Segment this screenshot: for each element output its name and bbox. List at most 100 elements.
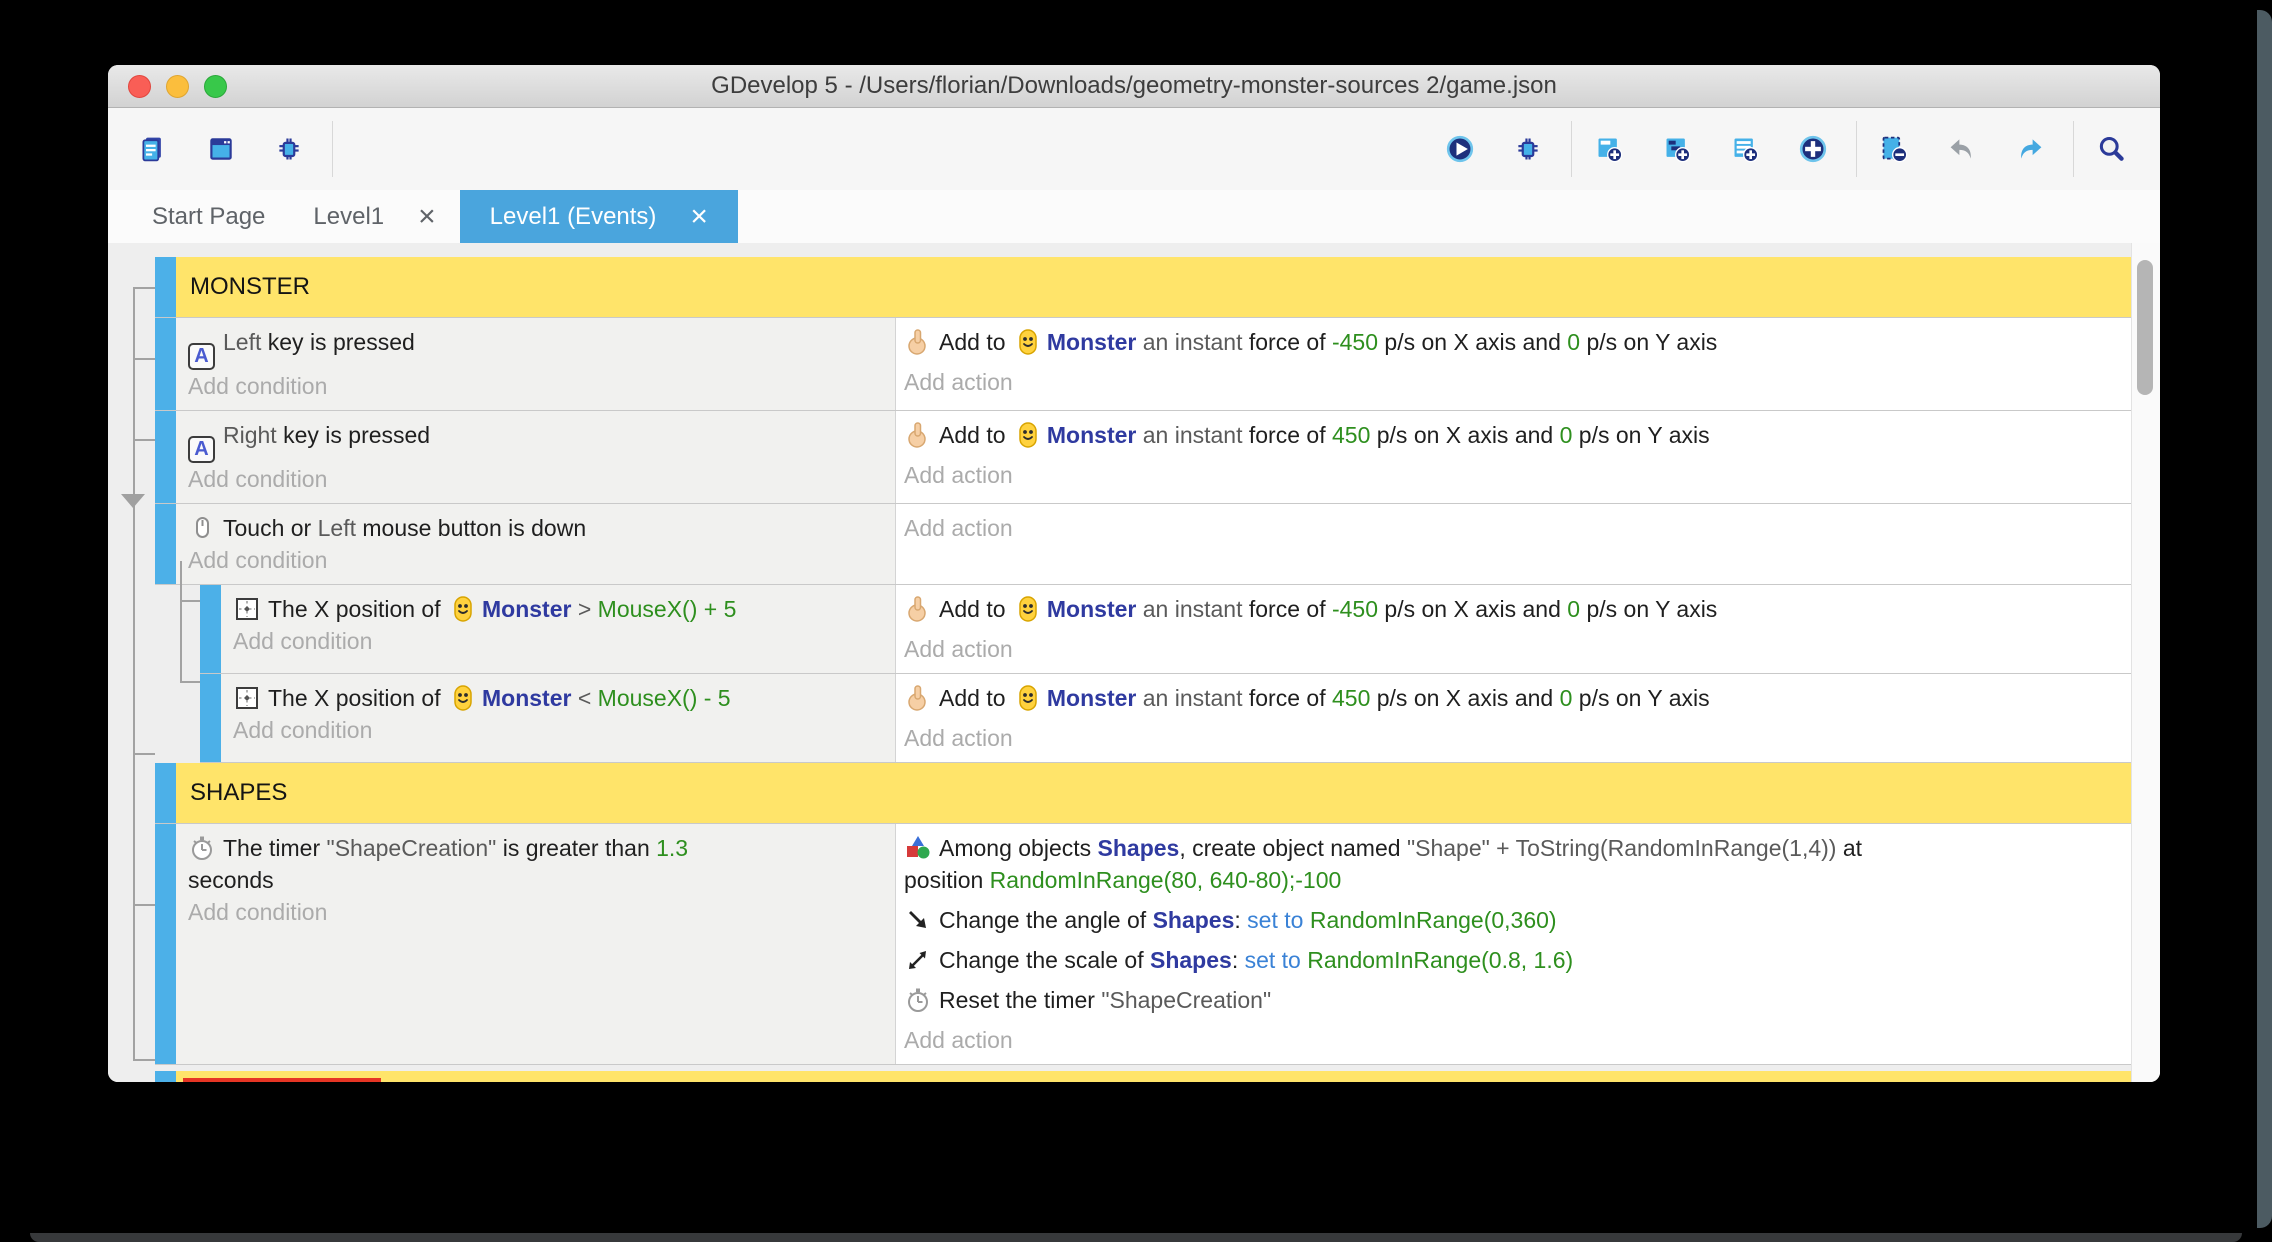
event-row[interactable]: ALeft key is pressedAdd condition Add to … (155, 318, 2132, 411)
close-tab-icon[interactable]: × (690, 202, 708, 232)
condition-line[interactable]: The X position of Monster > MouseX() + 5 (233, 593, 885, 625)
action-line[interactable]: Add to Monster an instant force of 450 p… (904, 419, 2122, 451)
actions-cell: Add to Monster an instant force of 450 p… (895, 674, 2132, 762)
create-object-icon (904, 834, 932, 862)
search-button[interactable] (2086, 121, 2142, 177)
project-manager-button[interactable] (128, 121, 184, 177)
keyboard-key-a-icon: A (188, 425, 223, 463)
condition-line[interactable]: ALeft key is pressed (188, 326, 885, 370)
condition-line[interactable]: The timer "ShapeCreation" is greater tha… (188, 832, 885, 896)
project-manager-icon (139, 135, 167, 163)
event-color-bar (155, 318, 176, 410)
add-action-button[interactable]: Add action (904, 366, 2122, 398)
group-title[interactable]: MONSTER (190, 273, 310, 301)
event-color-bar (155, 504, 176, 584)
tab-start-page[interactable]: Start Page (128, 190, 289, 243)
delete-event-icon (1880, 135, 1908, 163)
undo-button[interactable] (1937, 121, 1993, 177)
group-row[interactable]: Move shapes (155, 1071, 2132, 1082)
close-tab-icon[interactable]: × (418, 202, 436, 232)
action-line[interactable]: Change the scale of Shapes: set to Rando… (904, 944, 2122, 976)
condition-line[interactable]: Touch or Left mouse button is down (188, 512, 885, 544)
undo-icon (1948, 135, 1976, 163)
mouse-icon (188, 514, 216, 542)
condition-line[interactable]: The X position of Monster < MouseX() - 5 (233, 682, 885, 714)
group-row[interactable]: SHAPES (155, 763, 2132, 824)
toolbar-right-group (1435, 121, 1559, 177)
add-event-button[interactable] (1584, 121, 1640, 177)
minimize-window-button[interactable] (166, 75, 189, 98)
toolbar (108, 108, 2160, 190)
event-color-bar (200, 585, 221, 673)
app-window: GDevelop 5 - /Users/florian/Downloads/ge… (108, 65, 2160, 1082)
actions-cell: Among objects Shapes, create object name… (895, 824, 2132, 1064)
add-new-button[interactable] (1788, 121, 1844, 177)
subevent-row[interactable]: The X position of Monster < MouseX() - 5… (200, 674, 2132, 763)
group-header[interactable]: Move shapes (176, 1071, 2132, 1082)
event-color-bar (200, 674, 221, 762)
action-line[interactable]: Change the angle of Shapes: set to Rando… (904, 904, 2122, 936)
group-title[interactable]: SHAPES (190, 779, 287, 807)
action-line[interactable]: Add to Monster an instant force of -450 … (904, 593, 2122, 625)
debugger-button[interactable] (264, 121, 320, 177)
add-action-button[interactable]: Add action (904, 633, 2122, 665)
group-row[interactable]: MONSTER (155, 257, 2132, 318)
tree-line (133, 287, 155, 289)
toolbar-right-group (1869, 121, 2061, 177)
events-sheet: MONSTERALeft key is pressedAdd condition… (108, 243, 2160, 1082)
event-row[interactable]: The timer "ShapeCreation" is greater tha… (155, 824, 2132, 1065)
action-line[interactable]: Among objects Shapes, create object name… (904, 832, 2122, 896)
zoom-window-button[interactable] (204, 75, 227, 98)
add-action-button[interactable]: Add action (904, 459, 2122, 491)
conditions-cell: ARight key is pressedAdd condition (176, 411, 895, 503)
add-new-icon (1799, 135, 1827, 163)
actions-cell: Add to Monster an instant force of 450 p… (895, 411, 2132, 503)
action-line[interactable]: Add to Monster an instant force of 450 p… (904, 682, 2122, 714)
event-row[interactable]: ARight key is pressedAdd condition Add to… (155, 411, 2132, 504)
add-condition-button[interactable]: Add condition (188, 896, 885, 928)
screen-edge-bottom (30, 1233, 2242, 1242)
timer-icon (188, 834, 216, 862)
scrollbar-thumb[interactable] (2137, 260, 2153, 395)
monster-object-icon (449, 684, 477, 712)
add-action-button[interactable]: Add action (904, 512, 2122, 544)
event-color-bar (155, 257, 176, 317)
subevent-row[interactable]: The X position of Monster > MouseX() + 5… (200, 585, 2132, 674)
add-action-button[interactable]: Add action (904, 722, 2122, 754)
redo-button[interactable] (2005, 121, 2061, 177)
add-action-button[interactable]: Add action (904, 1024, 2122, 1056)
group-header[interactable]: MONSTER (176, 257, 2132, 317)
events-rows: MONSTERALeft key is pressedAdd condition… (108, 257, 2132, 1082)
monster-object-icon (1014, 595, 1042, 623)
position-icon (233, 684, 261, 712)
tree-line (133, 439, 155, 441)
event-row[interactable]: Touch or Left mouse button is downAdd co… (155, 504, 2132, 585)
toolbar-separator (1571, 121, 1572, 177)
monster-object-icon (1014, 328, 1042, 356)
group-title[interactable]: Move shapes (183, 1078, 381, 1082)
debug-button[interactable] (1503, 121, 1559, 177)
add-condition-button[interactable]: Add condition (233, 625, 885, 657)
preview-window-button[interactable] (196, 121, 252, 177)
add-condition-button[interactable]: Add condition (233, 714, 885, 746)
close-window-button[interactable] (128, 75, 151, 98)
tab-level1[interactable]: Level1× (289, 190, 459, 243)
play-button[interactable] (1435, 121, 1491, 177)
condition-line[interactable]: ARight key is pressed (188, 419, 885, 463)
add-condition-button[interactable]: Add condition (188, 544, 885, 576)
action-line[interactable]: Reset the timer "ShapeCreation" (904, 984, 2122, 1016)
delete-event-button[interactable] (1869, 121, 1925, 177)
collapse-triangle-icon[interactable] (121, 494, 145, 508)
add-condition-button[interactable]: Add condition (188, 463, 885, 495)
add-comment-button[interactable] (1720, 121, 1776, 177)
tab-level1-events[interactable]: Level1 (Events)× (460, 190, 738, 243)
hand-force-icon (904, 595, 932, 623)
add-condition-button[interactable]: Add condition (188, 370, 885, 402)
group-header[interactable]: SHAPES (176, 763, 2132, 823)
monster-object-icon (1014, 684, 1042, 712)
scale-arrows-icon (904, 946, 932, 974)
add-subevent-button[interactable] (1652, 121, 1708, 177)
hand-force-icon (904, 328, 932, 356)
action-line[interactable]: Add to Monster an instant force of -450 … (904, 326, 2122, 358)
toolbar-separator (332, 121, 333, 177)
